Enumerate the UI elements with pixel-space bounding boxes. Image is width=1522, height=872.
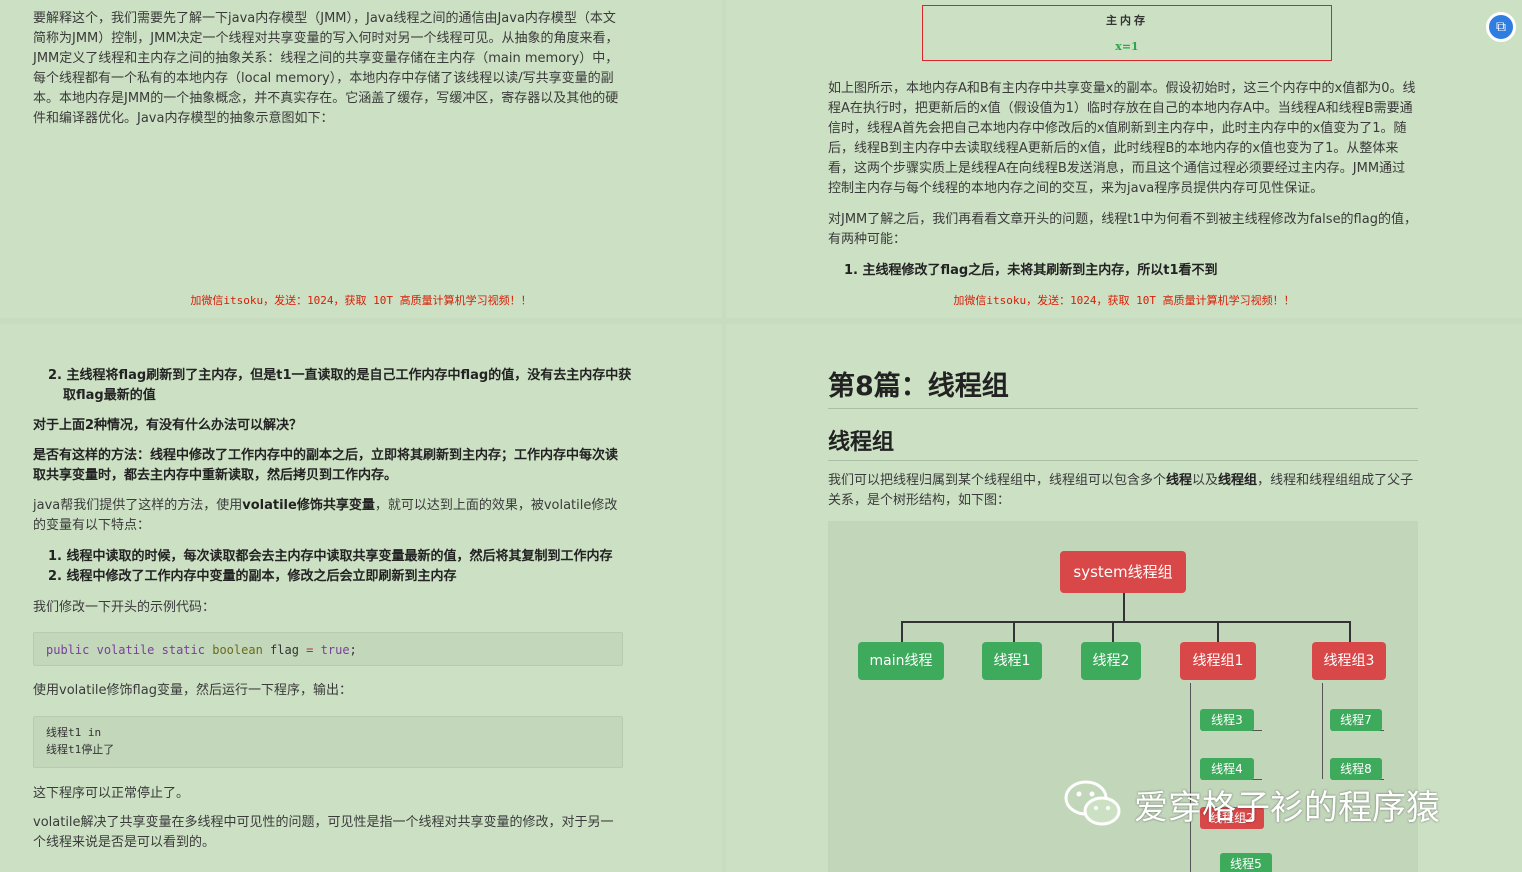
tree-node-thread-2: 线程2 xyxy=(1081,642,1141,680)
jmm-question-paragraph: 对JMM了解之后，我们再看看文章开头的问题，线程t1中为何看不到被主线程修改为f… xyxy=(828,212,1417,247)
stopped-paragraph: 这下程序可以正常停止了。 xyxy=(33,786,190,801)
tree-node-thread-1: 线程1 xyxy=(982,642,1042,680)
wechat-watermark: 爱穿格子衫的程序猿 xyxy=(1062,778,1440,830)
tree-connector xyxy=(1123,591,1125,623)
code-value-true: true xyxy=(320,643,350,657)
solution-question: 对于上面2种情况，有没有什么办法可以解决？ xyxy=(33,418,303,433)
jmm-intro-paragraph: 要解释这个，我们需要先了解一下java内存模型（JMM），Java线程之间的通信… xyxy=(33,11,619,126)
tree-connector xyxy=(1322,683,1323,779)
code-operator: = xyxy=(306,643,314,657)
run-output-intro: 使用volatile修饰flag变量，然后运行一下程序，输出： xyxy=(33,683,352,698)
code-semicolon: ; xyxy=(349,643,357,657)
volatile-feature-1: 1. 线程中读取的时候，每次读取都会去主内存中读取共享变量最新的值，然后将其复制… xyxy=(48,549,613,564)
translate-float-button[interactable]: ⧉ xyxy=(1486,12,1516,42)
tg-para-mid: 以及 xyxy=(1192,473,1219,488)
page-top-right: 主内存 x=1 如上图所示，本地内存A和B有主内存中共享变量x的副本。假设初始时… xyxy=(726,0,1522,318)
chapter-heading: 第8篇：线程组 xyxy=(828,371,1009,402)
tree-connector xyxy=(1013,621,1015,643)
wechat-icon xyxy=(1064,780,1121,826)
code-keyword-public: public xyxy=(46,643,90,657)
tree-connector xyxy=(1349,621,1351,643)
tree-node-thread-7: 线程7 xyxy=(1330,709,1382,731)
possibility-item-2-line1: 2. 主线程将flag刷新到了主内存，但是t1一直读取的是自己工作内存中flag… xyxy=(48,368,632,383)
tg-para-pre: 我们可以把线程归属到某个线程组中，线程组可以包含多个 xyxy=(828,473,1167,488)
tree-connector xyxy=(901,621,1351,623)
possibility-item-1: 1. 主线程修改了flag之后，未将其刷新到主内存，所以t1看不到 xyxy=(844,263,1218,278)
volatile-intro-paragraph: java帮我们提供了这样的方法，使用volatile修饰共享变量，就可以达到上面… xyxy=(33,496,623,536)
watermark-text: 爱穿格子衫的程序猿 xyxy=(1134,787,1440,828)
volatile-intro-pre: java帮我们提供了这样的方法，使用 xyxy=(33,498,243,513)
tree-node-thread-5: 线程5 xyxy=(1220,853,1272,872)
tree-node-thread-4: 线程4 xyxy=(1200,758,1254,780)
tree-connector xyxy=(901,621,903,643)
tree-node-thread-8: 线程8 xyxy=(1330,758,1382,780)
code-type-boolean: boolean xyxy=(212,643,263,657)
section-rule xyxy=(828,460,1418,461)
heading-rule xyxy=(828,408,1418,409)
memory-explain-paragraph: 如上图所示，本地内存A和B有主内存中共享变量x的副本。假设初始时，这三个内存中的… xyxy=(828,81,1416,196)
promo-footer: 加微信itsoku，发送：1024，获取 10T 高质量计算机学习视频！！ xyxy=(953,294,1295,307)
main-memory-box: 主内存 x=1 xyxy=(922,5,1332,61)
possibility-item-2-line2: 取flag最新的值 xyxy=(63,388,156,403)
modify-code-intro: 我们修改一下开头的示例代码： xyxy=(33,600,216,615)
promo-footer: 加微信itsoku，发送：1024，获取 10T 高质量计算机学习视频！！ xyxy=(190,294,532,307)
main-memory-value: x=1 xyxy=(1115,40,1139,53)
tree-node-thread-3: 线程3 xyxy=(1200,709,1254,731)
tree-node-system-group: system线程组 xyxy=(1060,551,1186,593)
thread-group-paragraph: 我们可以把线程归属到某个线程组中，线程组可以包含多个线程以及线程组，线程和线程组… xyxy=(828,471,1418,511)
volatile-feature-2: 2. 线程中修改了工作内存中变量的副本，修改之后会立即刷新到主内存 xyxy=(48,569,457,584)
code-var-flag: flag xyxy=(270,643,299,657)
translate-icon: ⧉ xyxy=(1496,19,1506,35)
tree-node-group-3: 线程组3 xyxy=(1312,642,1386,680)
volatile-intro-bold: volatile修饰共享变量 xyxy=(242,498,375,513)
section-heading: 线程组 xyxy=(828,430,895,455)
output-block: 线程t1 in 线程t1停止了 xyxy=(33,716,623,768)
solution-answer: 是否有这样的方法：线程中修改了工作内存中的副本之后，立即将其刷新到主内存；工作内… xyxy=(33,448,619,483)
tree-connector xyxy=(1112,621,1114,643)
code-keyword-volatile: volatile xyxy=(96,643,155,657)
code-keyword-static: static xyxy=(161,643,205,657)
output-line-2: 线程t1停止了 xyxy=(46,743,115,756)
page-top-left: 要解释这个，我们需要先了解一下java内存模型（JMM），Java线程之间的通信… xyxy=(0,0,722,318)
tg-para-bold-thread: 线程 xyxy=(1166,473,1193,488)
tree-node-main-thread: main线程 xyxy=(858,642,944,680)
code-block: public volatile static boolean flag = tr… xyxy=(33,632,623,666)
volatile-summary-paragraph: volatile解决了共享变量在多线程中可见性的问题，可见性是指一个线程对共享变… xyxy=(33,815,614,850)
tree-connector xyxy=(1217,621,1219,643)
tree-node-group-1: 线程组1 xyxy=(1180,642,1256,680)
tg-para-bold-group: 线程组 xyxy=(1218,473,1258,488)
main-memory-title: 主内存 xyxy=(1106,14,1148,27)
page-bottom-left: 2. 主线程将flag刷新到了主内存，但是t1一直读取的是自己工作内存中flag… xyxy=(0,324,722,872)
output-line-1: 线程t1 in xyxy=(46,726,102,739)
